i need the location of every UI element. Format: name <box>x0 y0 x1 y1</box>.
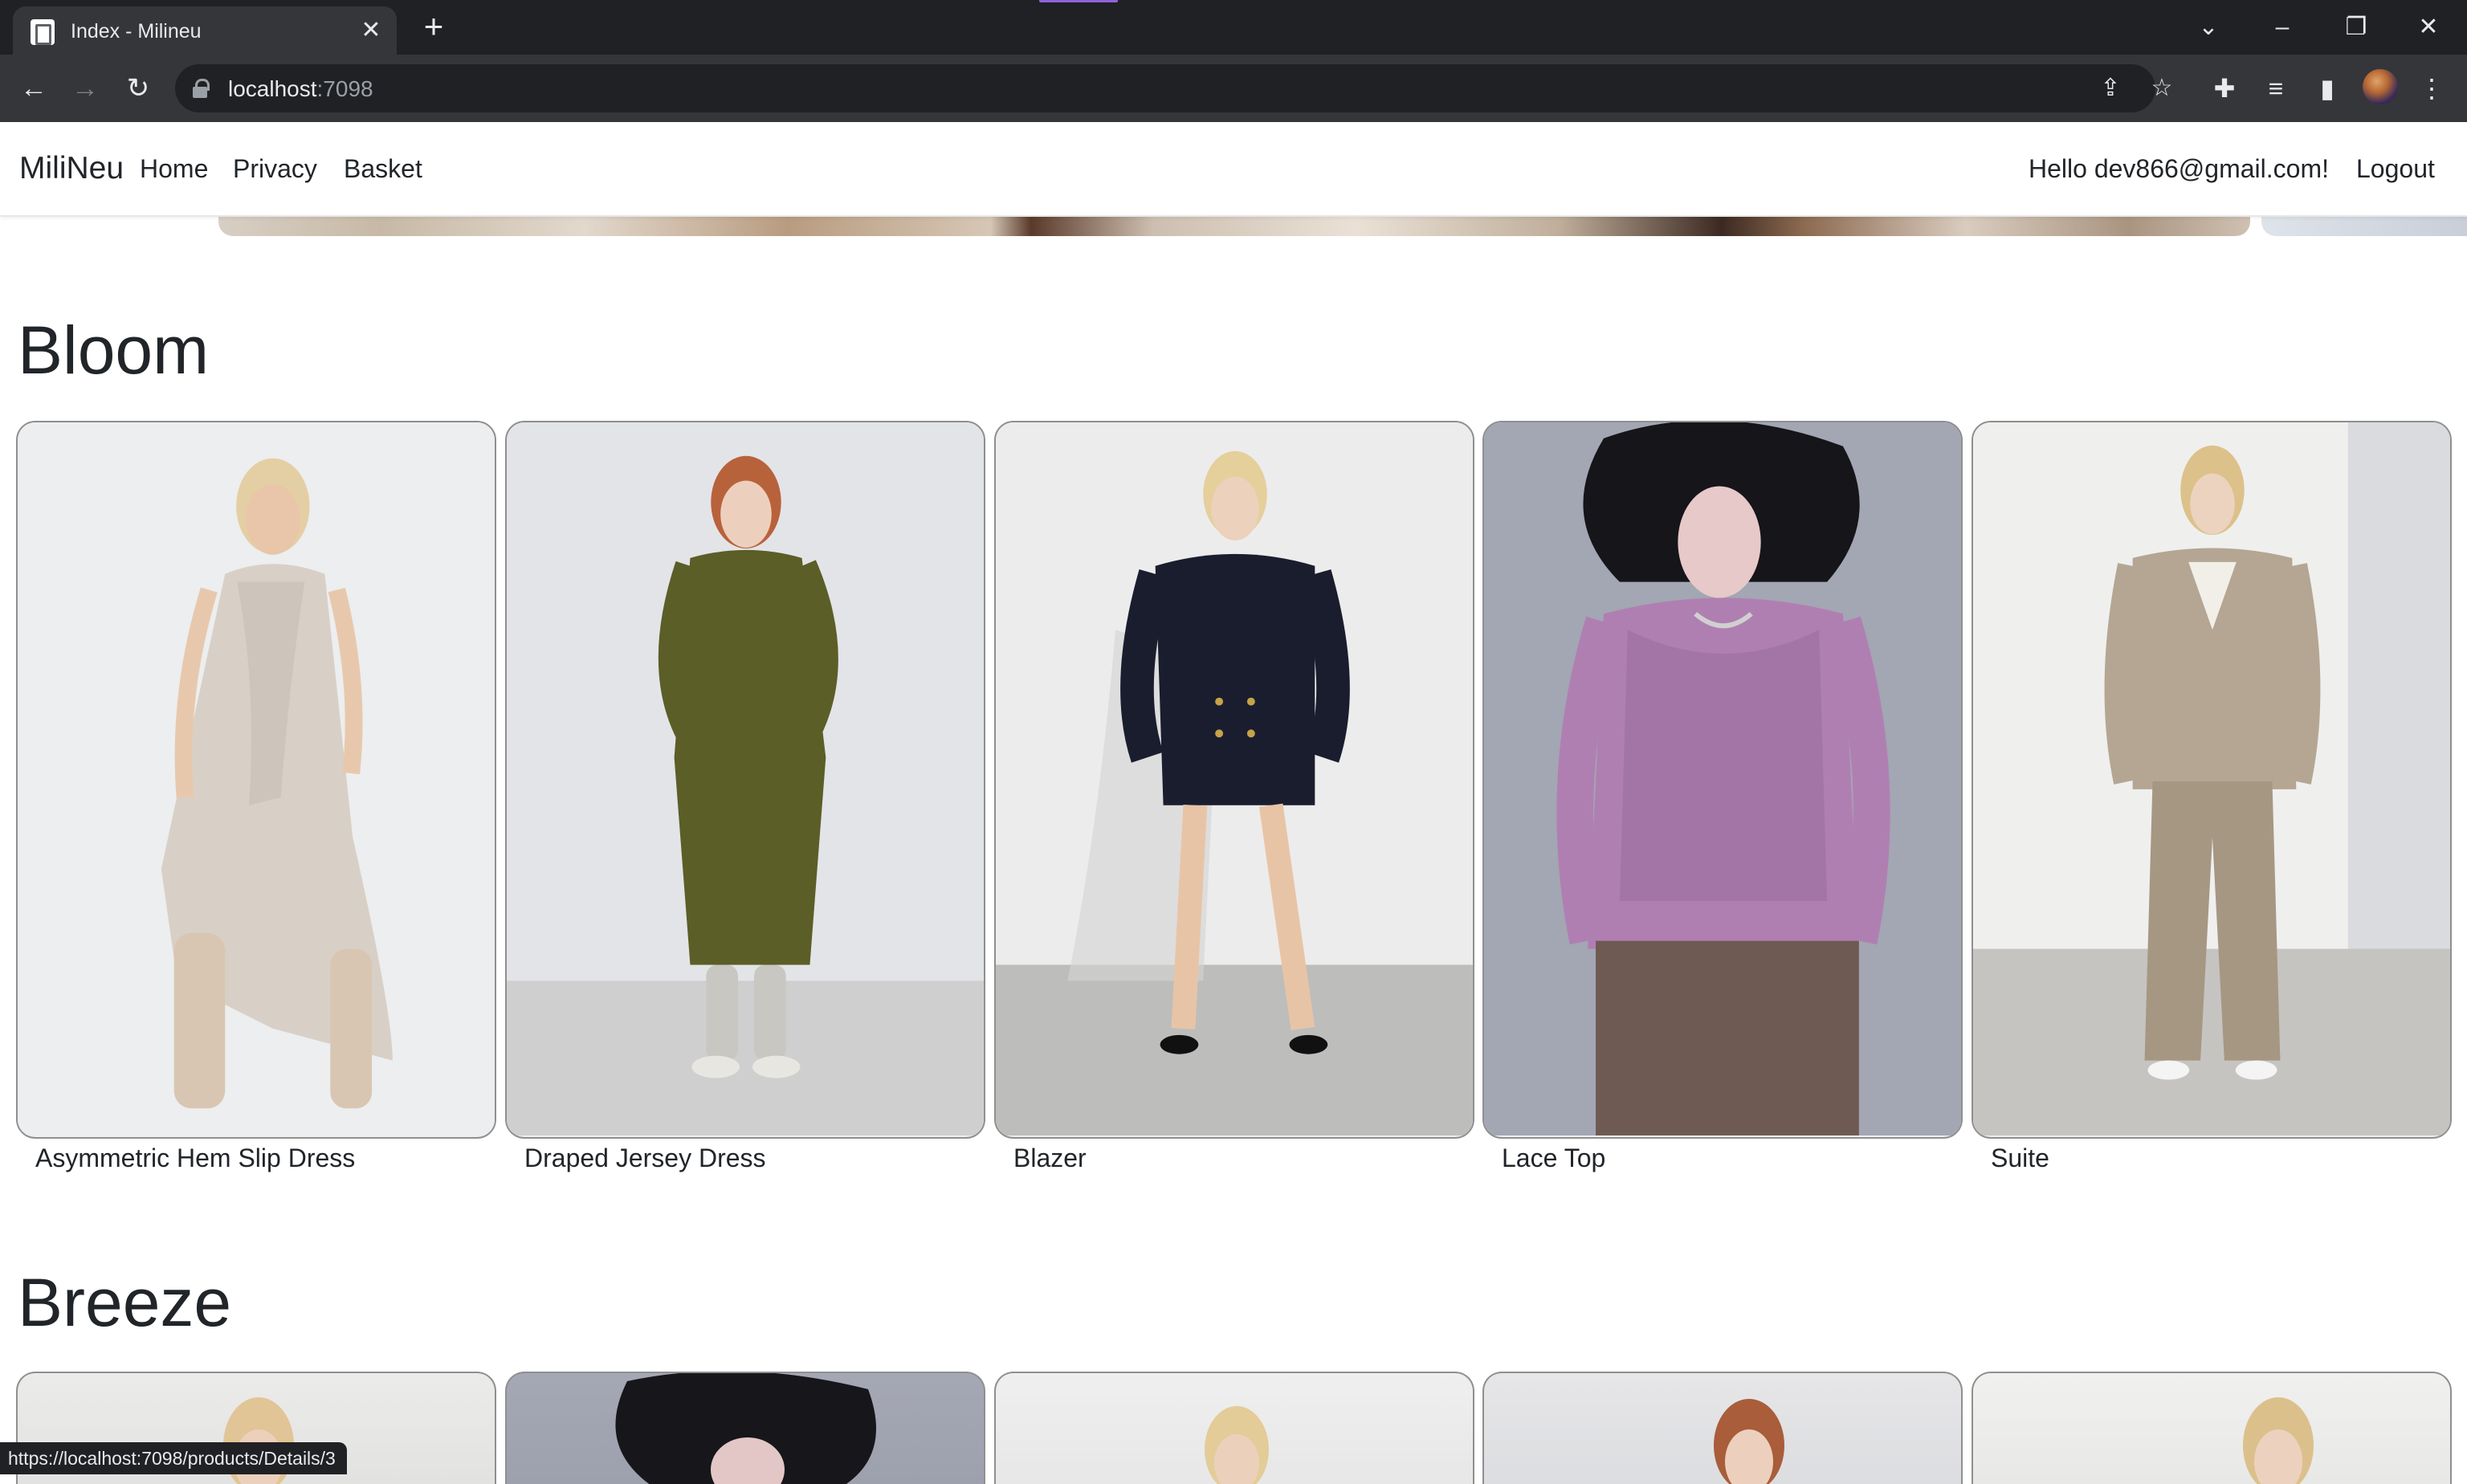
product-image <box>1484 422 1961 1136</box>
lock-icon[interactable] <box>193 79 210 98</box>
section-title-breeze: Breeze <box>18 1265 232 1340</box>
user-greeting: Hello dev866@gmail.com! <box>2029 154 2329 183</box>
media-queue-icon[interactable]: ≡ <box>2257 69 2295 108</box>
product-name[interactable]: Asymmetric Hem Slip Dress <box>35 1144 355 1173</box>
product-image <box>507 422 984 1136</box>
product-card[interactable] <box>505 421 985 1139</box>
profile-avatar[interactable] <box>2363 69 2398 104</box>
brand-logo-link[interactable]: MiliNeu <box>19 151 124 186</box>
star-icon[interactable]: ☆ <box>2147 74 2176 103</box>
browser-tab-strip: Index - Milineu ✕ + ⌄ – ❐ ✕ <box>0 0 2467 55</box>
kebab-menu-icon[interactable]: ⋮ <box>2412 69 2451 108</box>
plus-icon[interactable]: + <box>416 10 451 45</box>
nav-home-link[interactable]: Home <box>140 154 208 184</box>
product-image <box>1205 1406 1269 1484</box>
nav-privacy-link[interactable]: Privacy <box>233 154 317 184</box>
arrow-left-icon[interactable]: ← <box>14 69 53 108</box>
product-card[interactable] <box>505 1372 985 1484</box>
close-icon[interactable]: ✕ <box>357 16 385 45</box>
section-title-bloom: Bloom <box>18 312 210 388</box>
product-card[interactable] <box>994 1372 1474 1484</box>
product-image <box>615 1373 876 1484</box>
browser-toolbar: ← → ↻ localhost:7098 ⇪ ☆ ✚ ≡ ▮ ⋮ <box>0 55 2467 122</box>
product-name[interactable]: Draped Jersey Dress <box>524 1144 766 1173</box>
chevron-down-icon[interactable]: ⌄ <box>2189 8 2228 47</box>
product-image <box>1973 422 2450 1136</box>
page-favicon-icon <box>31 19 55 45</box>
tab-title: Index - Milineu <box>71 20 202 43</box>
product-card[interactable] <box>1482 421 1963 1139</box>
share-icon[interactable]: ⇪ <box>2096 74 2125 103</box>
window-close-icon[interactable]: ✕ <box>2409 8 2448 47</box>
product-name[interactable]: Blazer <box>1013 1144 1087 1173</box>
product-image <box>18 422 495 1136</box>
product-name[interactable]: Suite <box>1991 1144 2049 1173</box>
puzzle-icon[interactable]: ✚ <box>2205 69 2244 108</box>
product-card[interactable] <box>1482 1372 1963 1484</box>
product-image <box>2243 1397 2314 1484</box>
product-image <box>1714 1399 1784 1484</box>
reload-icon[interactable]: ↻ <box>119 69 157 108</box>
product-card[interactable] <box>994 421 1474 1139</box>
site-navbar: MiliNeu Home Privacy Basket Hello dev866… <box>0 122 2467 217</box>
product-card[interactable] <box>1972 421 2452 1139</box>
hero-carousel-image[interactable] <box>218 217 2250 236</box>
link-status-bubble: https://localhost:7098/products/Details/… <box>0 1442 347 1474</box>
restore-icon[interactable]: ❐ <box>2337 8 2375 47</box>
address-bar[interactable]: localhost:7098 ⇪ ☆ <box>175 64 2172 112</box>
product-image <box>996 422 1473 1136</box>
product-card[interactable] <box>1972 1372 2452 1484</box>
browser-tab[interactable]: Index - Milineu ✕ <box>13 6 397 55</box>
nav-basket-link[interactable]: Basket <box>344 154 422 184</box>
product-name[interactable]: Lace Top <box>1502 1144 1605 1173</box>
hero-carousel-next-image[interactable] <box>2261 217 2467 236</box>
tab-group-accent <box>1039 0 1118 2</box>
arrow-right-icon[interactable]: → <box>66 69 104 108</box>
address-url[interactable]: localhost:7098 <box>228 76 373 102</box>
logout-link[interactable]: Logout <box>2356 154 2435 184</box>
side-panel-icon[interactable]: ▮ <box>2308 69 2347 108</box>
product-card[interactable] <box>16 421 496 1139</box>
minimize-icon[interactable]: – <box>2263 8 2302 47</box>
